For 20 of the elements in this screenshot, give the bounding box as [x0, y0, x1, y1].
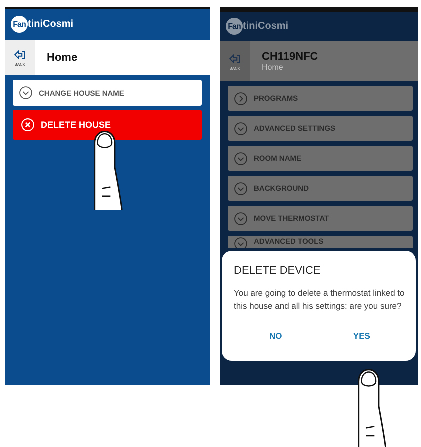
chevron-down-icon: [234, 212, 248, 226]
brand-logo: Fan tiniCosmi: [226, 18, 289, 35]
page-subtitle: Home: [262, 62, 284, 72]
dialog-button[interactable]: NO: [260, 327, 292, 345]
chevron-right-icon: [234, 92, 248, 106]
chevron-down-icon: [234, 182, 248, 196]
chevron-down-icon: [234, 237, 248, 248]
menu-item[interactable]: DELETE HOUSE: [13, 110, 202, 140]
close-icon: [21, 118, 35, 132]
dialog-message: You are going to delete a thermostat linked to this house and all his settings: are you sure?: [234, 287, 406, 313]
page-title: Home: [47, 52, 78, 64]
chevron-down-icon: [234, 122, 248, 136]
back-arrow-icon: [13, 48, 27, 62]
back-arrow-icon: [228, 52, 242, 66]
chevron-down-icon: [234, 152, 248, 166]
chevron-down-icon: [19, 86, 33, 100]
dialog-title: DELETE DEVICE: [234, 265, 322, 277]
dialog-button[interactable]: YES: [343, 327, 380, 345]
page-title: CH119NFC: [262, 50, 318, 62]
brand-logo: Fan tiniCosmi: [11, 16, 74, 33]
